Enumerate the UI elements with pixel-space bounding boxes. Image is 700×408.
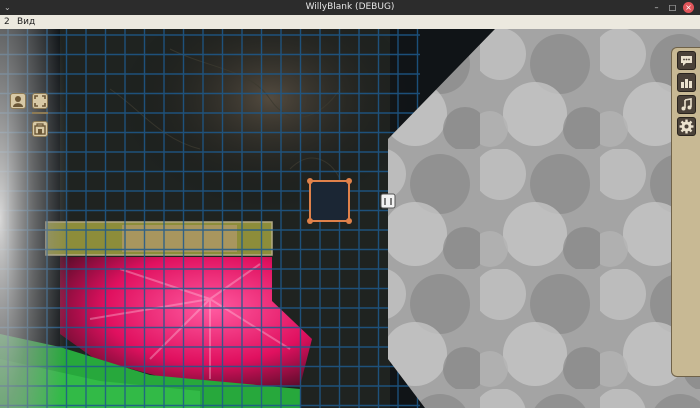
right-panel [671,47,700,377]
settings-button[interactable] [677,117,696,136]
gear-icon [679,119,694,134]
building-icon [34,123,46,135]
characters-icon [681,79,692,88]
characters-button[interactable] [677,73,696,92]
selection-box[interactable] [307,178,352,224]
menu-number: 2 [4,17,10,27]
menubar: 2 Вид [0,15,700,29]
map-viewport[interactable] [0,29,700,408]
menu-view[interactable]: Вид [17,15,35,29]
toolbar-separator [32,112,48,114]
minimize-icon[interactable]: – [651,2,662,13]
map-canvas[interactable] [0,29,700,408]
close-icon[interactable]: × [683,2,694,13]
building-tool-button[interactable] [32,121,48,137]
expand-icon [34,95,46,107]
person-icon [13,96,23,107]
token-tool-button[interactable] [10,93,26,109]
fog-left [0,29,70,408]
door-marker[interactable] [380,193,396,209]
window-menu-icon[interactable]: ⌄ [4,0,11,15]
fullscreen-tool-button[interactable] [32,93,48,109]
chat-icon [681,56,692,66]
window-title: WillyBlank (DEBUG) [305,2,395,12]
music-button[interactable] [677,95,696,114]
chat-button[interactable] [677,51,696,70]
maximize-icon[interactable]: □ [667,2,678,13]
music-note-icon [681,98,692,111]
window-titlebar: ⌄ WillyBlank (DEBUG) – □ × [0,0,700,15]
